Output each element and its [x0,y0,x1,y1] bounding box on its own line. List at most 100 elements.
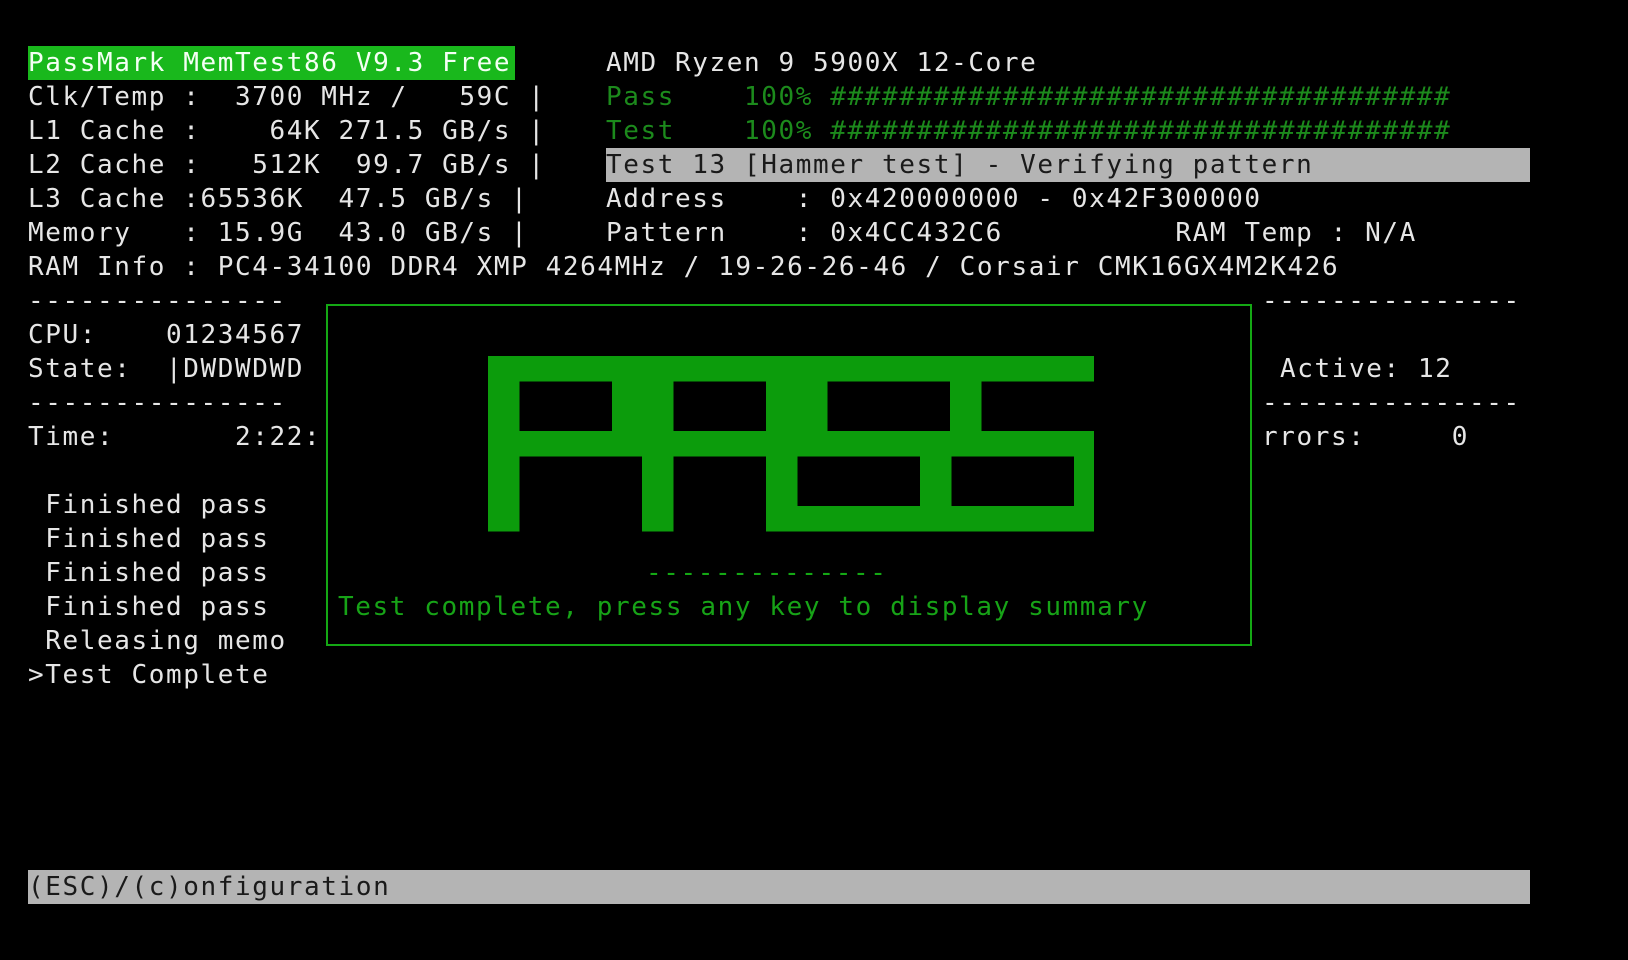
pass-glyph-block [488,356,520,382]
pass-glyph-block [642,481,674,507]
pass-glyph-block [889,431,921,457]
l3-cache-line: L3 Cache :65536K 47.5 GB/s | [28,184,529,214]
active-line: Active: 12 [1280,354,1453,384]
test-percent: 100% [744,116,814,146]
pass-glyph-block [950,356,982,382]
pass-glyph-block [550,356,582,382]
pass-glyph-block [612,356,644,382]
pass-glyph-block [488,431,520,457]
pass-glyph-block [581,356,613,382]
pass-glyph-block [827,506,859,532]
pass-glyph-block [1043,431,1075,457]
current-test-bar: Test 13 [Hammer test] - Verifying patter… [606,148,1530,182]
pass-glyph-block [920,431,952,457]
pass-glyph-block [1012,506,1044,532]
log-line: Finished pass [28,592,270,622]
pass-banner [488,356,1094,532]
pass-glyph-block [766,381,798,407]
pass-glyph-block [673,356,705,382]
l2-cache-line: L2 Cache : 512K 99.7 GB/s | [28,150,546,180]
pass-glyph-block [889,356,921,382]
pass-glyph-block [1043,356,1075,382]
pass-glyph-block [920,506,952,532]
pass-glyph-block [981,431,1013,457]
pass-glyph-block [796,356,828,382]
pass-glyph-block [1074,506,1094,532]
pass-glyph-block [920,356,952,382]
pass-glyph-block [612,381,644,407]
pass-glyph-block [488,506,520,532]
pass-glyph-block [796,431,828,457]
cpu-line: CPU: 01234567 [28,320,305,350]
right-separator-mid: --------------- [1262,388,1521,418]
test-label: Test [606,116,676,146]
pass-glyph-block [950,431,982,457]
pass-glyph-block [704,356,736,382]
pass-glyph-block [488,456,520,482]
pass-glyph-block [766,456,798,482]
left-separator-mid: --------------- [28,388,287,418]
errors-line: rrors: 0 [1262,422,1470,452]
pass-glyph-block [642,506,674,532]
clk-temp-line: Clk/Temp : 3700 MHz / 59C | [28,82,546,112]
test-progress-bar: #################################### [830,116,1452,146]
pass-glyph-block [920,456,952,482]
pass-glyph-block [796,381,828,407]
pass-glyph-block [858,356,890,382]
pass-glyph-block [1012,431,1044,457]
state-line: State: |DWDWDWD [28,354,305,384]
pass-glyph-block [581,431,613,457]
pass-glyph-block [1074,481,1094,507]
pass-glyph-block [1074,456,1094,482]
pass-glyph-block [827,356,859,382]
pass-glyph-block [858,506,890,532]
pass-glyph-block [642,456,674,482]
pass-glyph-block [1074,431,1094,457]
pass-glyph-block [827,431,859,457]
right-separator-top: --------------- [1262,286,1521,316]
pass-glyph-block [612,431,644,457]
pass-glyph-block [704,431,736,457]
pass-label: Pass [606,82,676,112]
result-box: -------------- Test complete, press any … [326,304,1252,646]
address-line: Address : 0x420000000 - 0x42F300000 [606,184,1262,214]
ram-info-line: RAM Info : PC4-34100 DDR4 XMP 4264MHz / … [28,252,1340,282]
pass-glyph-block [1074,356,1094,382]
pass-glyph-block [642,431,674,457]
pass-glyph-block [488,481,520,507]
pass-glyphs [488,356,1094,532]
pass-glyph-block [735,431,767,457]
pass-glyph-block [766,481,798,507]
cpu-model: AMD Ryzen 9 5900X 12-Core [606,48,1038,78]
pass-glyph-block [519,356,551,382]
log-line: Finished pass [28,524,270,554]
pass-glyph-block [642,356,674,382]
pass-glyph-block [642,406,674,432]
pass-glyph-block [950,381,982,407]
pass-glyph-block [488,406,520,432]
pass-progress-bar: #################################### [830,82,1452,112]
pass-glyph-block [766,406,798,432]
pass-glyph-block [519,431,551,457]
footer-config-hint[interactable]: (ESC)/(c)onfiguration [28,870,1530,904]
pass-glyph-block [550,431,582,457]
result-message: Test complete, press any key to display … [338,592,1149,622]
pass-glyph-block [889,506,921,532]
pass-glyph-block [642,381,674,407]
pass-glyph-block [1012,356,1044,382]
pass-glyph-block [1043,506,1075,532]
pass-glyph-block [950,506,982,532]
pass-glyph-block [612,406,644,432]
pass-glyph-block [981,356,1013,382]
pass-glyph-block [488,381,520,407]
pass-glyph-block [920,481,952,507]
log-line-current: >Test Complete [28,660,270,690]
pass-glyph-block [673,431,705,457]
pass-glyph-block [796,506,828,532]
log-line: Finished pass [28,558,270,588]
pass-progress: Pass 100% ###############################… [606,80,1451,114]
result-separator: -------------- [646,558,888,588]
pass-glyph-block [766,356,798,382]
pass-glyph-block [766,506,798,532]
pass-glyph-block [981,506,1013,532]
